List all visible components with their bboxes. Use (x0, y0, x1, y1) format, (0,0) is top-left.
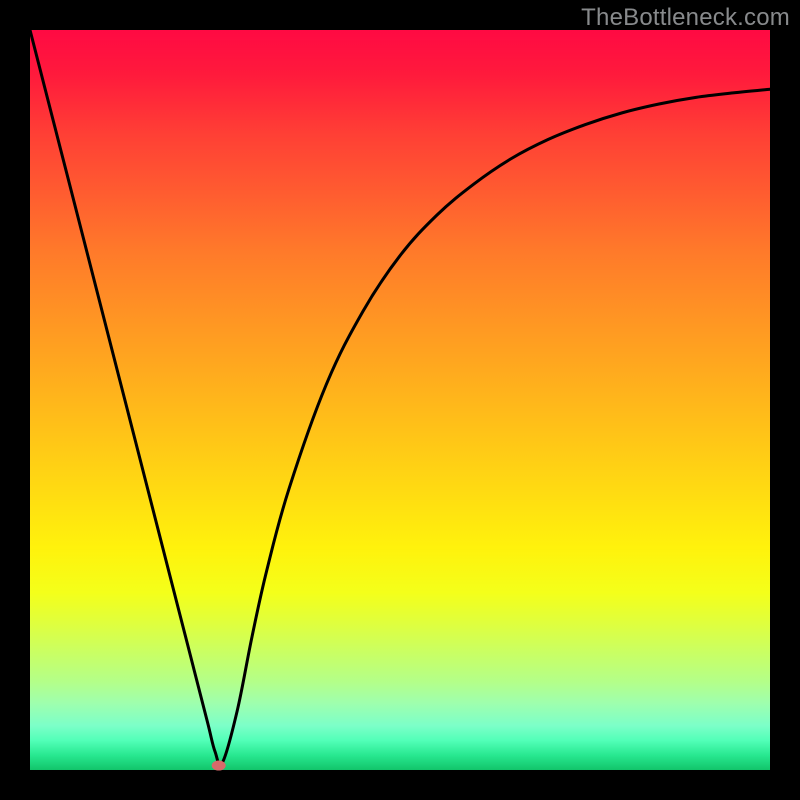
bottleneck-curve (30, 30, 770, 765)
plot-area (30, 30, 770, 770)
watermark-text: TheBottleneck.com (581, 4, 790, 32)
chart-frame: TheBottleneck.com (0, 0, 800, 800)
curve-svg (30, 30, 770, 770)
minimum-marker (212, 761, 226, 771)
